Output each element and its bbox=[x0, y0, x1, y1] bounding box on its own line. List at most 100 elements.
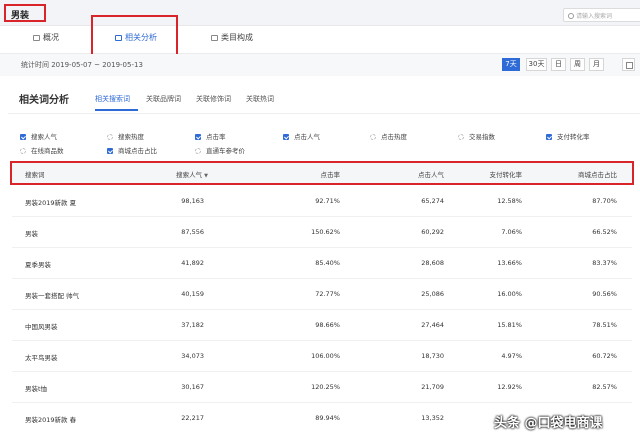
cell-pay-conversion: 12.58% bbox=[497, 197, 522, 205]
cell-click-popularity: 13,352 bbox=[421, 414, 444, 422]
cell-mall-click-share: 82.57% bbox=[592, 383, 617, 391]
checkbox-icon bbox=[20, 148, 26, 154]
tab-overview[interactable]: 概况 bbox=[33, 32, 59, 43]
option-pay-conversion[interactable]: 支付转化率 bbox=[546, 131, 590, 141]
option-label: 商城点击占比 bbox=[118, 147, 157, 155]
option-label: 搜索热度 bbox=[118, 133, 144, 141]
checkbox-icon bbox=[107, 148, 113, 154]
table-header-highlight-box bbox=[10, 161, 634, 185]
period-week-button[interactable]: 周 bbox=[570, 58, 585, 71]
cell-search-word: 太平鸟男装 bbox=[25, 354, 58, 362]
table-row[interactable]: 男装t恤 30,167 120.25% 21,709 12.92% 82.57% bbox=[12, 372, 632, 403]
option-through-train-price[interactable]: 直通车参考价 bbox=[195, 145, 245, 155]
cell-search-popularity: 41,892 bbox=[181, 259, 204, 267]
cell-search-popularity: 37,182 bbox=[181, 321, 204, 329]
checkbox-icon bbox=[20, 134, 26, 140]
cell-click-popularity: 18,730 bbox=[421, 352, 444, 360]
option-click-heat[interactable]: 点击热度 bbox=[370, 131, 407, 141]
cell-click-popularity: 25,086 bbox=[421, 290, 444, 298]
category-title: 男装 bbox=[4, 4, 46, 22]
option-label: 点击热度 bbox=[381, 133, 407, 141]
option-label: 直通车参考价 bbox=[206, 147, 245, 155]
watermark: 头条 @口袋电商课 bbox=[494, 416, 603, 431]
cell-pay-conversion: 13.66% bbox=[497, 259, 522, 267]
cell-click-popularity: 27,464 bbox=[421, 321, 444, 329]
cell-search-word: 男装2019新款 春 bbox=[25, 416, 77, 424]
cell-search-popularity: 22,217 bbox=[181, 414, 204, 422]
option-label: 支付转化率 bbox=[557, 133, 590, 141]
cell-click-popularity: 28,608 bbox=[421, 259, 444, 267]
tab-icon bbox=[33, 35, 40, 41]
option-click-popularity[interactable]: 点击人气 bbox=[283, 131, 320, 141]
option-search-heat[interactable]: 搜索热度 bbox=[107, 131, 144, 141]
cell-click-rate: 120.25% bbox=[311, 383, 340, 391]
option-search-popularity[interactable]: 搜索人气 bbox=[20, 131, 57, 141]
cell-search-word: 男装 bbox=[25, 230, 38, 238]
cell-click-rate: 85.40% bbox=[315, 259, 340, 267]
cell-mall-click-share: 78.51% bbox=[592, 321, 617, 329]
table-row[interactable]: 夏季男装 41,892 85.40% 28,608 13.66% 83.37% bbox=[12, 248, 632, 279]
cell-click-rate: 98.66% bbox=[315, 321, 340, 329]
date-bar: 统计时间 2019-05-07 ~ 2019-05-13 7天 30天 日 周 … bbox=[0, 54, 640, 76]
table-row[interactable]: 太平鸟男装 34,073 106.00% 18,730 4.97% 60.72% bbox=[12, 341, 632, 372]
cell-mall-click-share: 83.37% bbox=[592, 259, 617, 267]
tab-overview-label: 概况 bbox=[43, 33, 59, 42]
cell-click-popularity: 65,274 bbox=[421, 197, 444, 205]
cell-pay-conversion: 7.06% bbox=[501, 228, 522, 236]
search-icon bbox=[568, 13, 574, 19]
table-row[interactable]: 男装 87,556 150.62% 60,292 7.06% 66.52% bbox=[12, 217, 632, 248]
cell-click-rate: 92.71% bbox=[315, 197, 340, 205]
period-7days-button[interactable]: 7天 bbox=[502, 58, 520, 71]
period-day-button[interactable]: 日 bbox=[551, 58, 566, 71]
subtab-related-hot-words[interactable]: 关联热词 bbox=[246, 94, 274, 104]
cell-search-popularity: 40,159 bbox=[181, 290, 204, 298]
cell-pay-conversion: 4.97% bbox=[501, 352, 522, 360]
cell-click-rate: 106.00% bbox=[311, 352, 340, 360]
option-trade-index[interactable]: 交易指数 bbox=[458, 131, 495, 141]
cell-click-rate: 89.94% bbox=[315, 414, 340, 422]
subtab-related-brand-words[interactable]: 关联品牌词 bbox=[146, 94, 181, 104]
checkbox-icon bbox=[195, 134, 201, 140]
checkbox-icon bbox=[107, 134, 113, 140]
cell-pay-conversion: 16.00% bbox=[497, 290, 522, 298]
option-label: 在线商品数 bbox=[31, 147, 64, 155]
tab-category-composition[interactable]: 类目构成 bbox=[211, 32, 253, 43]
search-input[interactable]: 请输入搜索词 bbox=[563, 8, 640, 22]
subtab-underline bbox=[95, 109, 138, 111]
section-title: 相关词分析 bbox=[19, 95, 69, 106]
tab-category-composition-label: 类目构成 bbox=[221, 33, 253, 42]
subtab-related-modifier-words[interactable]: 关联修饰词 bbox=[196, 94, 231, 104]
calendar-icon[interactable] bbox=[622, 58, 635, 71]
option-label: 交易指数 bbox=[469, 133, 495, 141]
table-row[interactable]: 男装一套搭配 帅气 40,159 72.77% 25,086 16.00% 90… bbox=[12, 279, 632, 310]
cell-search-word: 男装t恤 bbox=[25, 385, 48, 393]
checkbox-icon bbox=[546, 134, 552, 140]
cell-click-rate: 72.77% bbox=[315, 290, 340, 298]
cell-mall-click-share: 66.52% bbox=[592, 228, 617, 236]
period-30days-button[interactable]: 30天 bbox=[526, 58, 547, 71]
table-row[interactable]: 男装2019新款 夏 98,163 92.71% 65,274 12.58% 8… bbox=[12, 186, 632, 217]
option-label: 点击人气 bbox=[294, 133, 320, 141]
option-label: 点击率 bbox=[206, 133, 226, 141]
tab-highlight-box bbox=[91, 15, 178, 56]
cell-mall-click-share: 60.72% bbox=[592, 352, 617, 360]
cell-search-word: 男装一套搭配 帅气 bbox=[25, 292, 80, 300]
option-click-rate[interactable]: 点击率 bbox=[195, 131, 226, 141]
option-online-items[interactable]: 在线商品数 bbox=[20, 145, 64, 155]
cell-search-popularity: 98,163 bbox=[181, 197, 204, 205]
cell-mall-click-share: 90.56% bbox=[592, 290, 617, 298]
table-row[interactable]: 中国风男装 37,182 98.66% 27,464 15.81% 78.51% bbox=[12, 310, 632, 341]
date-range: 统计时间 2019-05-07 ~ 2019-05-13 bbox=[21, 61, 143, 69]
cell-search-popularity: 87,556 bbox=[181, 228, 204, 236]
cell-click-rate: 150.62% bbox=[311, 228, 340, 236]
subtab-related-search-words[interactable]: 相关搜索词 bbox=[95, 94, 130, 104]
checkbox-icon bbox=[195, 148, 201, 154]
cell-search-word: 男装2019新款 夏 bbox=[25, 199, 77, 207]
cell-pay-conversion: 15.81% bbox=[497, 321, 522, 329]
period-month-button[interactable]: 月 bbox=[589, 58, 604, 71]
option-mall-click-share[interactable]: 商城点击占比 bbox=[107, 145, 157, 155]
checkbox-icon bbox=[370, 134, 376, 140]
cell-search-word: 中国风男装 bbox=[25, 323, 58, 331]
option-label: 搜索人气 bbox=[31, 133, 57, 141]
cell-click-popularity: 21,709 bbox=[421, 383, 444, 391]
